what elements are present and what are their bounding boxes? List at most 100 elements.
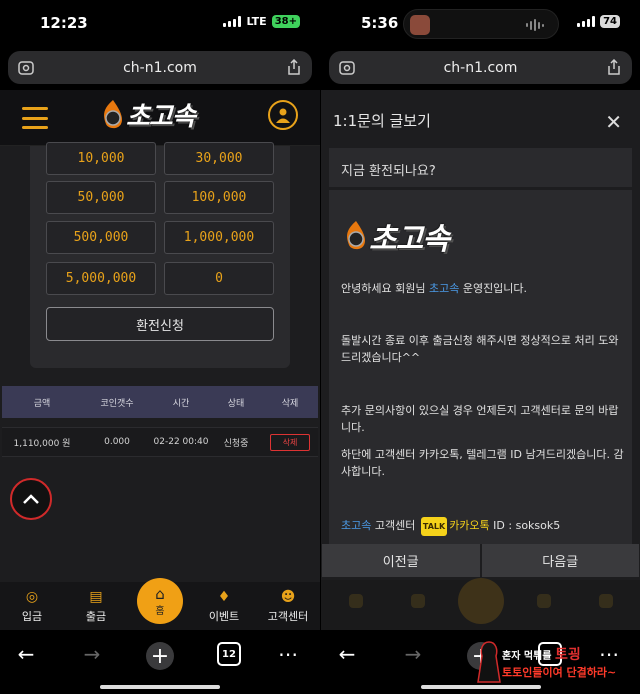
nav-withdraw-label: 출금 xyxy=(85,610,107,623)
dim-nav-icon xyxy=(411,594,425,608)
logo-flame-icon xyxy=(104,99,123,128)
left-phone-screen: 12:23 LTE 38+ ch-n1.com 초고속 10,000 30,00… xyxy=(0,0,320,694)
amount-button-6[interactable]: 1,000,000 xyxy=(164,221,274,254)
nav-event[interactable]: ♦ 이벤트 xyxy=(192,582,256,630)
status-time: 12:23 xyxy=(40,14,88,32)
amount-reset-button[interactable]: 0 xyxy=(164,262,274,295)
watermark-figure-icon xyxy=(477,641,501,683)
nav-support[interactable]: ☻ 고객센터 xyxy=(256,582,320,630)
logo-text: 초고속 xyxy=(126,102,196,132)
answer-greeting: 안녕하세요 회원님 초고속 운영진입니다. xyxy=(341,280,626,297)
contact-brand: 초고속 xyxy=(341,519,372,532)
watermark-line-1b: 토굉 xyxy=(554,647,581,663)
answer-paragraph-2: 추가 문의사항이 있으실 경우 언제든지 고객센터로 문의 바랍니다. xyxy=(341,404,619,434)
nav-home-button[interactable]: ⌂ 홈 xyxy=(137,578,183,624)
table-row: 1,110,000 원 0.000 02-22 00:40 신청중 삭제 xyxy=(2,427,318,457)
gift-icon: ♦ xyxy=(217,589,231,605)
nav-deposit[interactable]: ◎ 입금 xyxy=(0,582,64,630)
dim-home-circle xyxy=(458,578,504,624)
back-arrow-icon[interactable]: ← xyxy=(335,642,359,666)
amount-button-5[interactable]: 500,000 xyxy=(46,221,156,254)
battery-indicator: 38+ xyxy=(271,15,300,28)
col-time: 시간 xyxy=(172,398,190,409)
post-pager: 이전글 다음글 xyxy=(321,544,640,577)
nav-home-label: 홈 xyxy=(155,605,165,617)
prev-post-button[interactable]: 이전글 xyxy=(322,544,480,577)
greeting-name: 초고속 xyxy=(428,282,460,295)
more-menu-icon[interactable]: ⋯ xyxy=(276,642,300,666)
support-icon: ☻ xyxy=(280,589,296,605)
amount-button-4[interactable]: 100,000 xyxy=(164,181,274,214)
row-delete-button[interactable]: 삭제 xyxy=(269,433,311,451)
now-playing-artwork xyxy=(410,15,430,35)
status-time: 5:36 xyxy=(361,14,399,32)
site-settings-icon[interactable] xyxy=(18,60,34,76)
dim-nav-icon xyxy=(599,594,613,608)
url-text: ch-n1.com xyxy=(123,59,197,76)
row-time: 02-22 00:40 xyxy=(153,437,209,447)
dim-nav-icon xyxy=(537,594,551,608)
answer-paragraph-3: 하단에 고객센터 카카오톡, 텔레그램 ID 남겨드리겠습니다. 감사합니다. xyxy=(341,448,624,478)
site-logo[interactable]: 초고속 xyxy=(100,96,196,133)
modal-title: 1:1문의 글보기 xyxy=(333,112,431,130)
col-delete: 삭제 xyxy=(281,398,299,409)
site-settings-icon[interactable] xyxy=(339,60,355,76)
scroll-to-top-button[interactable] xyxy=(10,478,52,520)
home-icon: ⌂ xyxy=(155,584,165,603)
status-bar: 12:23 LTE 38+ xyxy=(0,0,320,46)
url-text: ch-n1.com xyxy=(443,59,518,76)
dynamic-island xyxy=(403,9,559,39)
nav-withdraw[interactable]: ▤ 출금 xyxy=(64,582,128,630)
dim-nav-icon xyxy=(349,594,363,608)
close-icon[interactable]: ✕ xyxy=(605,110,622,134)
browser-address-bar: ch-n1.com xyxy=(0,46,320,90)
amount-button-3[interactable]: 50,000 xyxy=(46,181,156,214)
greeting-suffix: 운영진입니다. xyxy=(459,282,528,295)
status-bar: 5:36 74 xyxy=(321,0,640,46)
row-coins: 0.000 xyxy=(104,437,130,447)
dimmed-bottom-navigation xyxy=(321,578,640,630)
chevron-up-icon xyxy=(23,494,39,504)
forward-arrow-icon[interactable]: → xyxy=(401,642,425,666)
row-status: 신청중 xyxy=(223,438,249,449)
home-indicator xyxy=(100,685,220,689)
logo-flame-icon xyxy=(347,221,366,250)
browser-address-bar: ch-n1.com xyxy=(321,46,640,90)
hamburger-menu-icon[interactable] xyxy=(22,107,48,129)
modal-header: 1:1문의 글보기 ✕ xyxy=(321,90,640,148)
watermark-line-2: 토토인들이여 단결하라~ xyxy=(502,666,617,679)
tab-count-button[interactable]: 12 xyxy=(217,642,241,666)
nav-support-label: 고객센터 xyxy=(267,610,309,623)
inquiry-subject: 지금 환전되나요? xyxy=(329,148,632,188)
next-post-button[interactable]: 다음글 xyxy=(481,544,639,577)
url-field[interactable]: ch-n1.com xyxy=(8,51,312,84)
audio-wave-icon xyxy=(526,19,544,31)
contact-label: 고객센터 xyxy=(371,519,419,532)
answer-contact-line: 초고속 고객센터 TALK 카카오톡 ID : soksok5 xyxy=(341,517,626,536)
exchange-request-button[interactable]: 환전신청 xyxy=(46,307,274,341)
amount-button-2[interactable]: 30,000 xyxy=(164,142,274,175)
share-icon[interactable] xyxy=(286,59,302,75)
contact-id: ID : soksok5 xyxy=(489,519,561,532)
back-arrow-icon[interactable]: ← xyxy=(14,642,38,666)
row-amount: 1,110,000 원 xyxy=(13,438,71,449)
url-field[interactable]: ch-n1.com xyxy=(329,51,632,84)
col-status: 상태 xyxy=(227,398,245,409)
forward-arrow-icon[interactable]: → xyxy=(80,642,104,666)
battery-indicator: 74 xyxy=(600,15,620,28)
status-indicators: 74 xyxy=(577,15,620,28)
logo-text: 초고속 xyxy=(369,222,450,257)
greeting-prefix: 안녕하세요 회원님 xyxy=(341,282,429,295)
user-profile-button[interactable] xyxy=(268,100,298,130)
col-coins: 코인갯수 xyxy=(100,398,134,409)
amount-button-7[interactable]: 5,000,000 xyxy=(46,262,156,295)
amount-button-1[interactable]: 10,000 xyxy=(46,142,156,175)
share-icon[interactable] xyxy=(606,59,622,75)
kakao-talk-icon: TALK xyxy=(420,517,448,536)
new-tab-plus-icon[interactable]: + xyxy=(146,642,174,670)
right-phone-screen: 5:36 74 ch-n1.com 1:1문의 글보기 ✕ 지금 환전되나요? … xyxy=(320,0,640,694)
answer-logo: 초고속 xyxy=(343,214,450,258)
exchange-amount-panel: 10,000 30,000 50,000 100,000 500,000 1,0… xyxy=(30,142,290,368)
cellular-signal-icon xyxy=(577,16,596,27)
user-icon xyxy=(276,108,290,123)
